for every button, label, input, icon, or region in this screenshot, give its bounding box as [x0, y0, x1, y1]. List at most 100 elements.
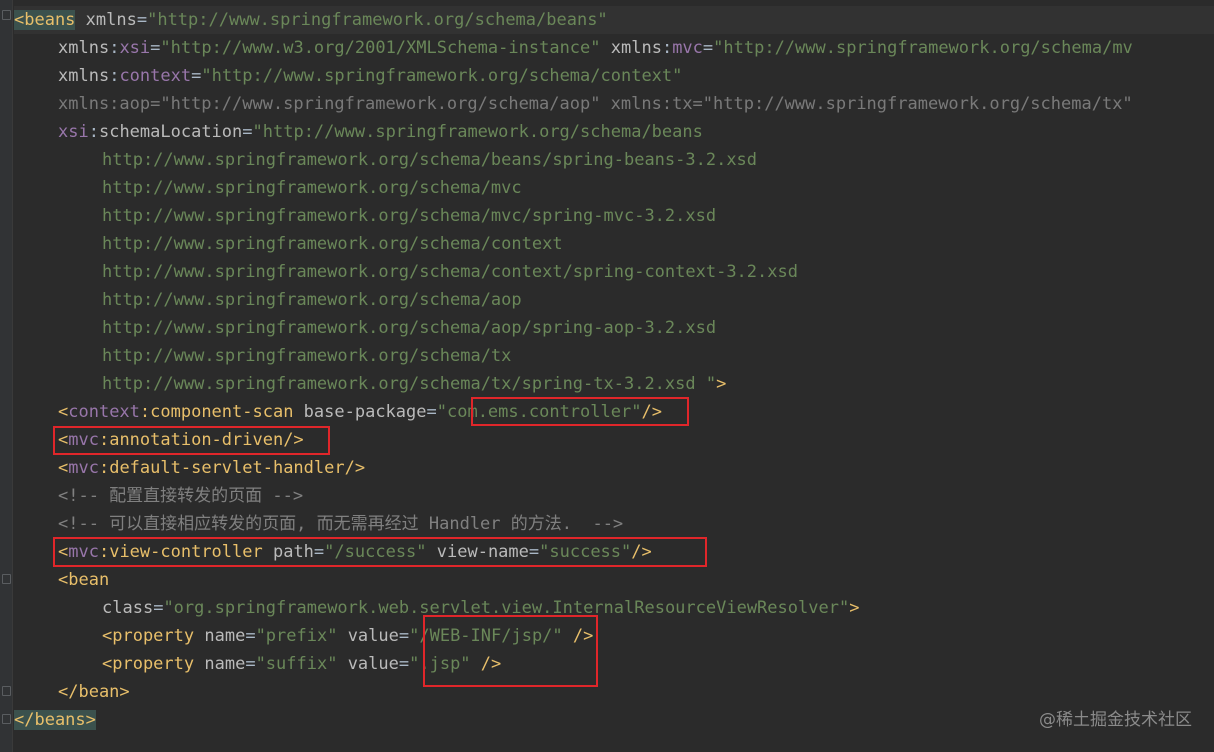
code-token: : — [109, 66, 120, 86]
code-token: "http://www.springframework.org/schema/c… — [201, 66, 683, 86]
code-token: = — [136, 10, 148, 30]
code-token: xmlns — [600, 38, 662, 58]
editor-gutter — [0, 0, 13, 752]
code-token: /> — [562, 626, 594, 646]
code-token: http://www.springframework.org/schema/co… — [102, 262, 798, 282]
code-token: /> — [641, 402, 662, 422]
code-token: "http://www.springframework.org/schema/b… — [147, 10, 608, 30]
code-token: "suffix" — [255, 654, 338, 674]
code-token: name — [194, 654, 246, 674]
code-token: = — [398, 654, 410, 674]
code-token: mvc — [68, 458, 99, 478]
code-line: <context:component-scan base-package="co… — [14, 398, 662, 426]
code-token: :annotation-driven/> — [98, 430, 304, 450]
code-token: "http://www.springframework.org/schema/b… — [252, 122, 703, 142]
code-line: </beans> — [14, 706, 96, 734]
code-token: class — [102, 598, 154, 618]
code-token: http://www.springframework.org/schema/mv… — [102, 178, 522, 198]
code-token: http://www.springframework.org/schema/tx — [102, 346, 512, 366]
code-token: "success" — [539, 542, 632, 562]
code-token: : — [661, 38, 673, 58]
code-token: : — [88, 122, 99, 142]
code-token: = — [702, 38, 714, 58]
code-token: xmlns — [58, 66, 110, 86]
code-token: xsi — [119, 38, 151, 58]
code-token: http://www.springframework.org/schema/mv… — [102, 206, 717, 226]
code-token: base-package — [293, 402, 427, 422]
code-token: :component-scan — [139, 402, 294, 422]
code-line: http://www.springframework.org/schema/mv… — [14, 202, 716, 230]
code-token: <!-- 可以直接相应转发的页面, 而无需再经过 Handler 的方法. --… — [58, 514, 624, 534]
code-line: <mvc:view-controller path="/success" vie… — [14, 538, 652, 566]
code-token: = — [153, 598, 164, 618]
code-token: http://www.springframework.org/schema/ao… — [102, 290, 522, 310]
code-token: view-name — [426, 542, 529, 562]
code-token: mvc — [672, 38, 703, 58]
code-token: < — [58, 458, 69, 478]
code-token: xmlns:aop="http://www.springframework.or… — [58, 94, 1133, 114]
code-token: = — [245, 654, 256, 674]
code-token: context — [68, 402, 140, 422]
code-token: :default-servlet-handler/> — [98, 458, 366, 478]
code-token: :view-controller — [98, 542, 263, 562]
code-line: http://www.springframework.org/schema/be… — [14, 146, 757, 174]
code-token: = — [313, 542, 325, 562]
code-line: xmlns:context="http://www.springframewor… — [14, 62, 682, 90]
code-line: </bean> — [14, 678, 130, 706]
code-token: </bean> — [58, 682, 130, 702]
code-token: schemaLocation — [98, 122, 243, 142]
code-token: ".jsp" — [409, 654, 471, 674]
fold-marker-icon[interactable] — [2, 714, 11, 724]
code-token: > — [716, 374, 727, 394]
code-token: : — [109, 38, 120, 58]
code-token: "org.springframework.web.servlet.view.In… — [163, 598, 850, 618]
code-token: "com.ems.controller" — [436, 402, 642, 422]
code-token: http://www.springframework.org/schema/ao… — [102, 318, 717, 338]
code-token: < — [58, 430, 69, 450]
code-line: http://www.springframework.org/schema/tx… — [14, 370, 726, 398]
code-token: path — [262, 542, 314, 562]
code-token: <property — [102, 654, 195, 674]
code-line: <beans xmlns="http://www.springframework… — [14, 6, 1214, 34]
code-line: xsi:schemaLocation="http://www.springfra… — [14, 118, 703, 146]
code-line: http://www.springframework.org/schema/co… — [14, 258, 798, 286]
code-token: <!-- 配置直接转发的页面 --> — [58, 486, 304, 506]
fold-marker-icon[interactable] — [2, 686, 11, 696]
code-token: < — [58, 402, 69, 422]
code-token: < — [58, 542, 69, 562]
code-line: <property name="suffix" value=".jsp" /> — [14, 650, 501, 678]
code-token: = — [245, 626, 256, 646]
code-line: xmlns:xsi="http://www.w3.org/2001/XMLSch… — [14, 34, 1133, 62]
code-line: <bean — [14, 566, 109, 594]
code-token: xsi — [58, 122, 89, 142]
code-token: mvc — [68, 430, 99, 450]
code-token: "/WEB-INF/jsp/" — [409, 626, 563, 646]
code-token: context — [119, 66, 192, 86]
code-line: <mvc:annotation-driven/> — [14, 426, 304, 454]
code-token: </beans> — [14, 710, 96, 730]
code-token: = — [528, 542, 540, 562]
code-line: http://www.springframework.org/schema/co… — [14, 230, 563, 258]
code-token: /> — [631, 542, 652, 562]
fold-marker-icon[interactable] — [2, 10, 11, 20]
code-line: http://www.springframework.org/schema/ao… — [14, 314, 716, 342]
code-token: mvc — [68, 542, 99, 562]
code-editor[interactable]: <beans xmlns="http://www.springframework… — [0, 0, 1214, 752]
code-token: <property — [102, 626, 195, 646]
code-token: "/success" — [324, 542, 427, 562]
code-line: xmlns:aop="http://www.springframework.or… — [14, 90, 1133, 118]
code-line: <property name="prefix" value="/WEB-INF/… — [14, 622, 593, 650]
code-token: = — [191, 66, 202, 86]
code-token: value — [337, 654, 399, 674]
code-token: http://www.springframework.org/schema/co… — [102, 234, 563, 254]
code-token: = — [398, 626, 410, 646]
code-line: <mvc:default-servlet-handler/> — [14, 454, 365, 482]
code-token: xmlns — [75, 10, 137, 30]
code-token: "http://www.springframework.org/schema/m… — [713, 38, 1133, 58]
code-line: http://www.springframework.org/schema/ao… — [14, 286, 522, 314]
code-token: value — [337, 626, 399, 646]
fold-marker-icon[interactable] — [2, 574, 11, 584]
code-token: name — [194, 626, 246, 646]
code-line: http://www.springframework.org/schema/tx — [14, 342, 511, 370]
code-token: "prefix" — [255, 626, 338, 646]
